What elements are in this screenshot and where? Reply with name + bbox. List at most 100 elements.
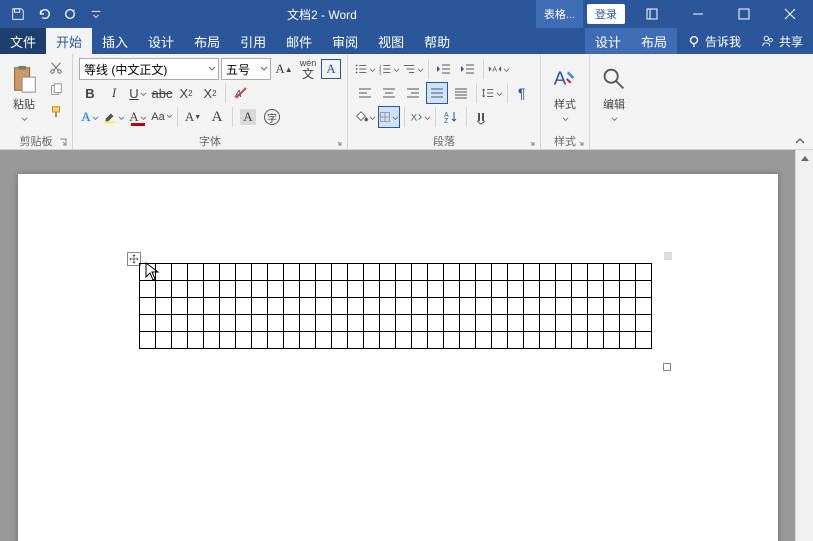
table-cell[interactable] xyxy=(603,298,619,315)
table-cell[interactable] xyxy=(299,298,315,315)
paste-button[interactable]: 粘贴 xyxy=(4,56,44,133)
table-cell[interactable] xyxy=(443,332,459,349)
italic-button[interactable]: I xyxy=(103,82,125,104)
table-cell[interactable] xyxy=(491,298,507,315)
tab-file[interactable]: 文件 xyxy=(0,28,46,54)
decrease-indent-button[interactable] xyxy=(433,58,455,80)
table-cell[interactable] xyxy=(187,298,203,315)
tab-layout[interactable]: 布局 xyxy=(184,28,230,54)
tab-mailings[interactable]: 邮件 xyxy=(276,28,322,54)
redo-button[interactable] xyxy=(58,2,82,26)
table-cell[interactable] xyxy=(587,332,603,349)
align-left-button[interactable] xyxy=(354,82,376,104)
table-cell[interactable] xyxy=(283,281,299,298)
change-case-button[interactable]: Aa xyxy=(151,106,173,128)
asian-layout-button[interactable]: A xyxy=(488,58,510,80)
table-cell[interactable] xyxy=(139,332,155,349)
table-cell[interactable] xyxy=(603,264,619,281)
table-cell[interactable] xyxy=(635,315,651,332)
table-cell[interactable] xyxy=(395,298,411,315)
table-cell[interactable] xyxy=(571,298,587,315)
table-cell[interactable] xyxy=(283,332,299,349)
table-cell[interactable] xyxy=(363,264,379,281)
table-cell[interactable] xyxy=(587,264,603,281)
table-cell[interactable] xyxy=(299,332,315,349)
justify-button[interactable] xyxy=(426,82,448,104)
table-cell[interactable] xyxy=(315,264,331,281)
tab-home[interactable]: 开始 xyxy=(46,28,92,54)
editing-button[interactable]: 编辑 xyxy=(594,56,634,133)
superscript-button[interactable]: X2 xyxy=(199,82,221,104)
table-cell[interactable] xyxy=(411,298,427,315)
table-cell[interactable] xyxy=(635,298,651,315)
table-cell[interactable] xyxy=(171,315,187,332)
font-color-button[interactable]: A xyxy=(127,106,149,128)
table-cell[interactable] xyxy=(411,315,427,332)
tab-help[interactable]: 帮助 xyxy=(414,28,460,54)
table-cell[interactable] xyxy=(539,298,555,315)
table-cell[interactable] xyxy=(379,264,395,281)
table-cell[interactable] xyxy=(379,315,395,332)
table-cell[interactable] xyxy=(459,298,475,315)
asian-layout2-button[interactable]: X xyxy=(409,106,431,128)
table-cell[interactable] xyxy=(315,298,331,315)
table-cell[interactable] xyxy=(347,315,363,332)
vertical-scrollbar[interactable] xyxy=(795,150,813,541)
table-cell[interactable] xyxy=(203,298,219,315)
increase-indent-button[interactable] xyxy=(457,58,479,80)
table-cell[interactable] xyxy=(603,332,619,349)
table-cell[interactable] xyxy=(491,281,507,298)
table-cell[interactable] xyxy=(171,298,187,315)
table-cell[interactable] xyxy=(491,264,507,281)
table-cell[interactable] xyxy=(299,264,315,281)
table-cell[interactable] xyxy=(395,264,411,281)
table-cell[interactable] xyxy=(635,281,651,298)
tab-insert[interactable]: 插入 xyxy=(92,28,138,54)
table-cell[interactable] xyxy=(507,281,523,298)
format-painter-button[interactable] xyxy=(46,102,66,122)
table-cell[interactable] xyxy=(139,281,155,298)
share-button[interactable]: 共享 xyxy=(751,28,813,54)
tab-references[interactable]: 引用 xyxy=(230,28,276,54)
table-cell[interactable] xyxy=(635,264,651,281)
table-cell[interactable] xyxy=(523,264,539,281)
character-shading-button[interactable]: A xyxy=(237,106,259,128)
table-cell[interactable] xyxy=(539,315,555,332)
table-cell[interactable] xyxy=(251,264,267,281)
table-cell[interactable] xyxy=(459,281,475,298)
multilevel-list-button[interactable] xyxy=(402,58,424,80)
table-cell[interactable] xyxy=(507,315,523,332)
table-cell[interactable] xyxy=(139,264,155,281)
shrink-font-button[interactable]: A▼ xyxy=(182,106,204,128)
table-cell[interactable] xyxy=(187,332,203,349)
sort-button[interactable]: AZ xyxy=(440,106,462,128)
table-cell[interactable] xyxy=(555,332,571,349)
styles-button[interactable]: A 样式 xyxy=(545,56,585,133)
underline-button[interactable]: U xyxy=(127,82,149,104)
table-cell[interactable] xyxy=(363,315,379,332)
tab-table-layout[interactable]: 布局 xyxy=(631,28,677,54)
table-cell[interactable] xyxy=(475,264,491,281)
table-cell[interactable] xyxy=(139,298,155,315)
phonetic-guide-button[interactable]: wén文 xyxy=(297,58,319,80)
highlight-button[interactable] xyxy=(103,106,125,128)
table-cell[interactable] xyxy=(235,315,251,332)
tab-view[interactable]: 视图 xyxy=(368,28,414,54)
table-cell[interactable] xyxy=(555,315,571,332)
table-cell[interactable] xyxy=(331,264,347,281)
table-cell[interactable] xyxy=(235,264,251,281)
table-cell[interactable] xyxy=(523,332,539,349)
table-cell[interactable] xyxy=(507,298,523,315)
table-cell[interactable] xyxy=(571,281,587,298)
table-cell[interactable] xyxy=(331,332,347,349)
table-cell[interactable] xyxy=(411,332,427,349)
customize-qat-button[interactable] xyxy=(84,2,108,26)
table-cell[interactable] xyxy=(619,264,635,281)
table-cell[interactable] xyxy=(459,315,475,332)
table-cell[interactable] xyxy=(235,281,251,298)
borders-button[interactable] xyxy=(378,106,400,128)
copy-button[interactable] xyxy=(46,80,66,100)
table-cell[interactable] xyxy=(187,281,203,298)
table-cell[interactable] xyxy=(587,281,603,298)
table-cell[interactable] xyxy=(219,298,235,315)
